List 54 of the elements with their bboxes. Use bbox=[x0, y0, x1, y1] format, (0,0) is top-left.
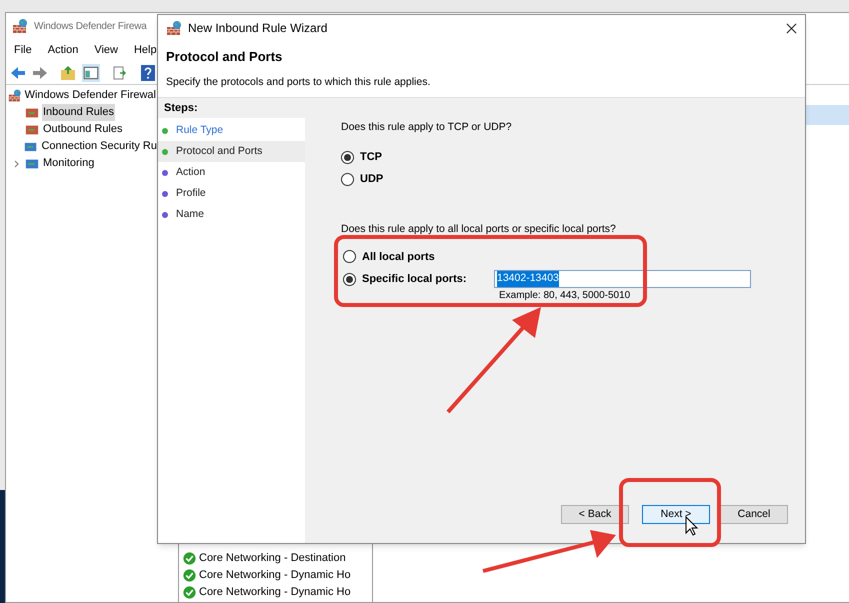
steps-heading: Steps: bbox=[164, 100, 198, 116]
back-arrow-icon[interactable] bbox=[10, 64, 26, 80]
firewall-icon bbox=[166, 20, 182, 36]
radio-button[interactable] bbox=[343, 272, 356, 286]
rule-name[interactable]: Core Networking - Destination bbox=[199, 550, 346, 567]
rules-icon bbox=[25, 106, 39, 120]
radio-button[interactable] bbox=[343, 250, 356, 264]
rules-icon bbox=[25, 122, 39, 136]
firewall-icon bbox=[12, 18, 28, 34]
window-title: Windows Defender Firewa bbox=[34, 20, 147, 34]
folder-up-icon[interactable] bbox=[60, 64, 76, 80]
menu-item[interactable]: View bbox=[94, 42, 118, 58]
wizard-button[interactable]: < Back bbox=[561, 505, 629, 524]
mouse-pointer-icon bbox=[686, 516, 698, 536]
firewall-icon bbox=[8, 88, 22, 103]
rule-name[interactable]: Core Networking - Dynamic Ho bbox=[199, 584, 351, 601]
wizard-step[interactable]: Rule Type bbox=[158, 120, 305, 141]
radio-button[interactable] bbox=[341, 150, 354, 164]
menu-item[interactable]: Action bbox=[48, 42, 78, 58]
radio-label: TCP bbox=[360, 150, 382, 165]
wizard-button[interactable]: Cancel bbox=[720, 505, 788, 524]
export-icon[interactable] bbox=[112, 64, 128, 80]
radio-label: All local ports bbox=[362, 250, 435, 264]
example-text: Example: 80, 443, 5000-5010 bbox=[499, 289, 632, 303]
console-tree-icon[interactable] bbox=[82, 64, 100, 82]
rule-name[interactable]: Core Networking - Dynamic Ho bbox=[199, 567, 351, 584]
question-text: Does this rule apply to TCP or UDP? bbox=[341, 120, 513, 135]
wizard-step[interactable]: Name bbox=[158, 204, 305, 225]
tree-item[interactable]: Windows Defender Firewal bbox=[24, 87, 156, 104]
check-circle-icon bbox=[183, 552, 196, 565]
ports-input-field[interactable]: 13402-13403 bbox=[494, 270, 751, 288]
tree-item[interactable]: Monitoring bbox=[42, 155, 96, 172]
radio-label: Specific local ports: bbox=[362, 272, 467, 287]
menu-item[interactable]: Help bbox=[134, 42, 157, 58]
radio-button[interactable] bbox=[341, 173, 354, 186]
tree-item[interactable]: Inbound Rules bbox=[42, 104, 115, 121]
check-circle-icon bbox=[183, 586, 196, 599]
page-heading: Protocol and Ports bbox=[166, 48, 284, 66]
wizard-step[interactable]: Profile bbox=[158, 183, 305, 204]
radio-label: UDP bbox=[360, 172, 384, 188]
dialog-title: New Inbound Rule Wizard bbox=[188, 20, 328, 37]
tree-item[interactable]: Outbound Rules bbox=[42, 121, 124, 138]
question-text: Does this rule apply to all local ports or specific local ports? bbox=[341, 222, 617, 237]
menu-item[interactable]: File bbox=[14, 42, 32, 58]
wizard-step[interactable]: Action bbox=[158, 162, 305, 183]
help-icon[interactable] bbox=[140, 64, 156, 80]
forward-arrow-icon[interactable] bbox=[32, 64, 48, 80]
tree-item[interactable]: Connection Security Ru bbox=[40, 138, 158, 155]
wizard-button[interactable]: Next > bbox=[642, 505, 710, 524]
rules-icon bbox=[25, 156, 39, 170]
wizard-step[interactable]: Protocol and Ports bbox=[158, 141, 305, 162]
page-description: Specify the protocols and ports to which this rule applies. bbox=[166, 74, 432, 90]
close-icon[interactable] bbox=[786, 22, 797, 34]
check-circle-icon bbox=[183, 569, 196, 582]
